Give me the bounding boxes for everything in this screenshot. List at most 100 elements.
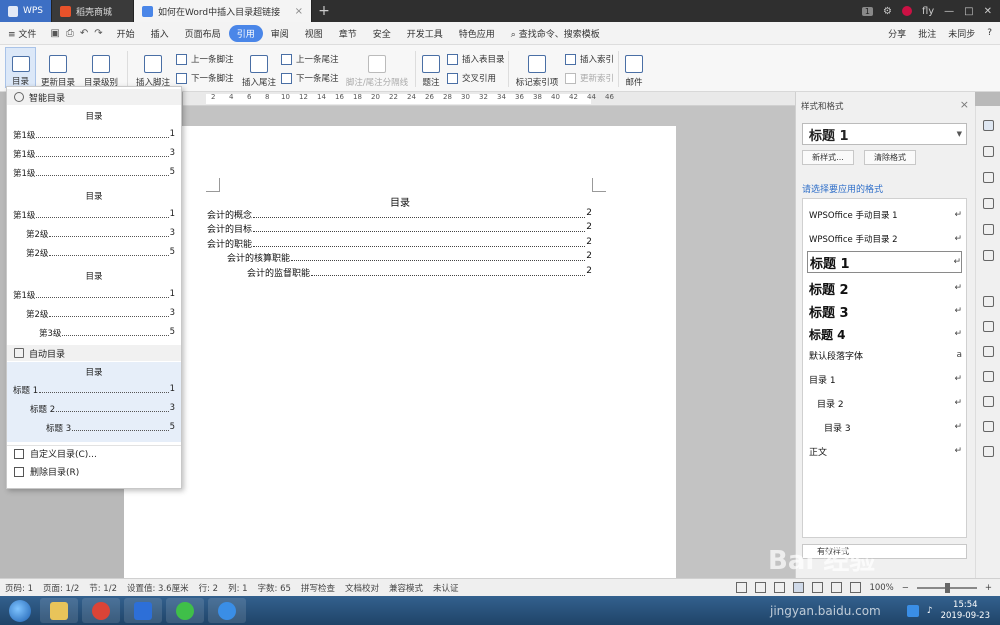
status-section[interactable]: 节: 1/2 [84,582,122,594]
clear-format-button[interactable]: 清除格式 [864,150,916,165]
bookmark-icon[interactable] [983,198,994,209]
status-compat-mode[interactable]: 兼容模式 [384,582,428,594]
style-item[interactable]: 正文 ↵ [807,443,962,459]
image-icon[interactable] [983,396,994,407]
insert-endnote-button[interactable]: 插入尾注 [240,47,278,88]
zoom-level[interactable]: 100% [869,583,893,593]
update-index-button[interactable]: 更新索引 [565,72,614,84]
sync-status-button[interactable]: 未同步 [948,27,975,40]
style-item[interactable]: WPSOffice 手动目录 1 ↵ [807,207,962,223]
backup-icon[interactable] [983,421,994,432]
caption-button[interactable]: 题注 [419,47,443,88]
toc-heading[interactable]: 目录 [124,194,676,209]
fullscreen-icon[interactable] [736,582,748,593]
menu-security[interactable]: 安全 [365,27,399,40]
status-column[interactable]: 列: 1 [223,582,252,594]
edit-icon[interactable] [983,120,994,131]
style-item[interactable]: 默认段落字体 a [807,347,962,363]
style-item[interactable]: 标题 4 ↵ [807,323,962,345]
eye-protection-icon[interactable] [755,582,767,593]
archive-icon[interactable] [983,371,994,382]
file-menu[interactable]: ≡ 文件 [0,27,44,40]
toc-entry[interactable]: 会计的目标 2 [207,222,592,235]
zoom-slider[interactable] [916,582,977,593]
status-spell-check[interactable]: 拼写检查 [296,582,340,594]
translate-icon[interactable] [983,321,994,332]
menu-insert[interactable]: 插入 [143,27,177,40]
minimize-icon[interactable]: — [944,6,954,17]
read-view-icon[interactable] [850,582,862,593]
pen-icon[interactable] [774,582,786,593]
document-canvas[interactable]: 目录 会计的概念 2 会计的目标 2 会计的职能 2 会计的核算职能 2 会计的监督职能… [124,106,795,586]
maximize-icon[interactable]: □ [964,6,973,17]
taskbar-wps[interactable] [124,598,162,623]
pointer-icon[interactable] [983,146,994,157]
menu-references[interactable]: 引用 [228,24,263,42]
style-item[interactable]: 标题 3 ↵ [807,300,962,322]
zoom-out-button[interactable]: − [902,583,909,593]
style-item[interactable]: 标题 2 ↵ [807,277,962,299]
insert-index-button[interactable]: 插入索引 [565,53,614,65]
comment-button[interactable]: 批注 [918,27,936,40]
skin-icon[interactable]: ⚙ [883,6,892,17]
page-count-badge[interactable]: 1 [861,6,873,16]
toc-level-button[interactable]: 目录级别 [80,47,122,88]
web-view-icon[interactable] [831,582,843,593]
search-command[interactable]: ⌕ 查找命令、搜索模板 [503,27,608,40]
save-icon[interactable]: ▣ [50,28,59,39]
page-view-icon[interactable] [793,582,805,593]
status-proofread[interactable]: 文档校对 [340,582,384,594]
horizontal-ruler[interactable]: 2 4 6 8 10 12 14 16 18 20 22 24 26 28 30… [183,92,795,106]
custom-toc-item[interactable]: 自定义目录(C)... [14,447,97,460]
prev-footnote-button[interactable]: 上一条脚注 [176,53,234,65]
style-item[interactable]: 目录 3 ↵ [807,419,962,435]
print-icon[interactable]: ⎙ [66,28,74,39]
tool-icon[interactable] [983,224,994,235]
taskbar-chrome[interactable] [82,598,120,623]
share-button[interactable]: 分享 [888,27,906,40]
update-toc-button[interactable]: 更新目录 [38,47,78,88]
toc-entry[interactable]: 会计的监督职能 2 [247,266,592,279]
close-tab-icon[interactable]: × [295,6,303,17]
help-button[interactable]: ? [987,28,992,38]
mark-index-button[interactable]: 标记索引项 [514,47,560,88]
tab-docer-shop[interactable]: 稻壳商城 [52,0,134,22]
document-page[interactable]: 目录 会计的概念 2 会计的目标 2 会计的职能 2 会计的核算职能 2 会计的监督职能… [124,126,676,586]
style-item[interactable]: 目录 1 ↵ [807,371,962,387]
delete-toc-item[interactable]: 删除目录(R) [14,465,79,478]
auto-toc-template[interactable]: 目录 标题 11 标题 23 标题 35 [7,362,181,442]
show-styles-select[interactable]: 有效样式 [802,544,967,559]
toc-button[interactable]: 目录 [5,47,36,88]
share-icon[interactable] [983,346,994,357]
menu-review[interactable]: 审阅 [263,27,297,40]
status-position[interactable]: 设置值: 3.6厘米 [122,582,194,594]
styles-panel-title[interactable]: 样式和格式 [801,100,844,112]
clock[interactable]: 15:54 2019-09-23 [941,600,990,622]
toc-entry[interactable]: 会计的职能 2 [207,237,592,250]
status-word-count[interactable]: 字数: 65 [253,582,296,594]
zoom-in-button[interactable]: + [985,583,992,593]
style-item[interactable]: 目录 2 ↵ [807,395,962,411]
undo-icon[interactable]: ↶ [80,28,88,39]
style-item[interactable]: 标题 1 ↵ [807,251,962,273]
zoom-icon[interactable] [983,250,994,261]
menu-special[interactable]: 特色应用 [451,27,503,40]
start-button[interactable] [4,597,36,624]
close-panel-icon[interactable]: × [960,98,969,111]
redo-icon[interactable]: ↷ [94,28,102,39]
shape-icon[interactable] [983,172,994,183]
new-tab-button[interactable]: + [312,0,336,22]
toc-entry[interactable]: 会计的概念 2 [207,208,592,221]
style-item[interactable]: WPSOffice 手动目录 2 ↵ [807,231,962,247]
user-name[interactable]: fly [922,6,934,17]
new-style-button[interactable]: 新样式... [802,150,854,165]
history-icon[interactable] [983,446,994,457]
close-window-icon[interactable]: ✕ [984,6,992,17]
next-endnote-button[interactable]: 下一条尾注 [281,72,339,84]
user-avatar[interactable] [901,6,912,16]
toc-entry[interactable]: 会计的核算职能 2 [227,251,592,264]
copy-icon[interactable] [983,296,994,307]
taskbar-explorer[interactable] [40,598,78,623]
next-footnote-button[interactable]: 下一条脚注 [176,72,234,84]
tab-document[interactable]: 如何在Word中插入目录超链接 × [134,0,312,22]
